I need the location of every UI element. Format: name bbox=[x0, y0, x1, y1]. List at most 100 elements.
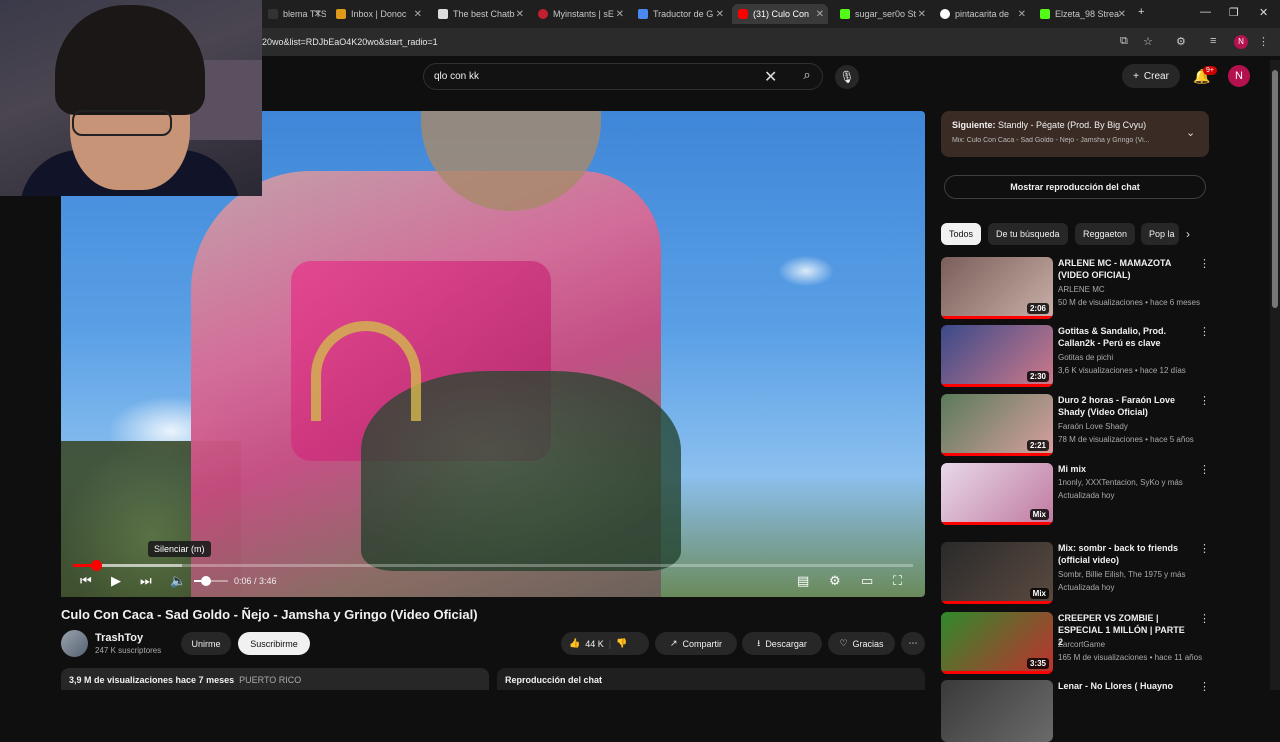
recommendation-thumbnail[interactable]: 3:35 bbox=[941, 612, 1053, 674]
recommendation-item[interactable]: Lenar - No Llores ( Huayno ⋮ bbox=[941, 680, 1261, 742]
create-button[interactable]: + Crear bbox=[1122, 64, 1180, 88]
tab-6[interactable]: sugar_ser0o St ✕ bbox=[834, 4, 930, 24]
settings-gear-icon[interactable]: ⚙ bbox=[829, 573, 841, 589]
recommendation-title[interactable]: Mi mix bbox=[1058, 463, 1188, 475]
browser-profile-avatar[interactable]: N bbox=[1234, 35, 1248, 49]
close-icon[interactable]: ✕ bbox=[1018, 9, 1026, 20]
recommendation-title[interactable]: Duro 2 horas - Faraón Love Shady (Video … bbox=[1058, 394, 1188, 418]
more-options-icon[interactable]: ⋮ bbox=[1199, 394, 1210, 407]
progress-bar[interactable] bbox=[73, 560, 913, 571]
extensions-icon[interactable]: ⚙ bbox=[1176, 35, 1186, 48]
media-icon[interactable]: ≡ bbox=[1210, 35, 1216, 47]
minimize-icon[interactable]: — bbox=[1200, 6, 1211, 18]
recommendation-thumbnail[interactable]: 2:21 bbox=[941, 394, 1053, 456]
recommendation-item[interactable]: Mix Mi mix 1nonly, XXXTentacion, SyKo y má… bbox=[941, 463, 1261, 525]
channel-avatar[interactable] bbox=[61, 630, 88, 657]
close-icon[interactable]: ✕ bbox=[816, 9, 824, 20]
chip-all[interactable]: Todos bbox=[941, 223, 982, 245]
tab-0[interactable]: blema TTS ✕ bbox=[262, 4, 326, 24]
search-icon[interactable]: ⌕ bbox=[792, 67, 822, 86]
close-icon[interactable]: ✕ bbox=[918, 9, 926, 20]
more-options-icon[interactable]: ⋮ bbox=[1199, 325, 1210, 338]
show-chat-replay-button[interactable]: Mostrar reproducción del chat bbox=[944, 175, 1206, 199]
recommendation-title[interactable]: ARLENE MC - MAMAZOTA (VIDEO OFICIAL) bbox=[1058, 257, 1188, 281]
chip-pop[interactable]: Pop la bbox=[1141, 223, 1179, 245]
volume-icon[interactable]: 🔈 bbox=[170, 573, 186, 589]
scrollbar-thumb[interactable] bbox=[1272, 70, 1278, 308]
recommendation-item[interactable]: Mix Mix: sombr - back to friends (officia… bbox=[941, 542, 1261, 604]
more-options-icon[interactable]: ⋮ bbox=[1199, 612, 1210, 625]
recommendation-channel[interactable]: Sombr, Billie Eilish, The 1975 y más bbox=[1058, 570, 1208, 579]
close-icon[interactable]: ✕ bbox=[314, 9, 322, 20]
tab-8[interactable]: Elzeta_98 Strea ✕ bbox=[1034, 4, 1130, 24]
recommendation-title[interactable]: Lenar - No Llores ( Huayno bbox=[1058, 680, 1188, 692]
next-icon[interactable]: ⏭ bbox=[140, 573, 152, 589]
subscribe-button[interactable]: Suscribirme bbox=[238, 632, 310, 655]
play-icon[interactable]: ▶ bbox=[111, 573, 121, 589]
chip-from-search[interactable]: De tu búsqueda bbox=[988, 223, 1068, 245]
search-box[interactable]: qlo con kk ✕ ⌕ bbox=[423, 63, 823, 90]
recommendation-channel[interactable]: Gotitas de pichi bbox=[1058, 353, 1208, 362]
close-icon[interactable]: ✕ bbox=[616, 9, 624, 20]
previous-icon[interactable]: ⏮ bbox=[80, 573, 92, 589]
recommendation-item[interactable]: 3:35 CREEPER VS ZOMBIE | ESPECIAL 1 MILLÓ… bbox=[941, 612, 1261, 674]
more-actions-icon[interactable]: ⋯ bbox=[901, 632, 925, 655]
bookmark-star-icon[interactable]: ☆ bbox=[1143, 35, 1153, 48]
fullscreen-icon[interactable]: ⛶ bbox=[893, 573, 902, 589]
close-icon[interactable]: ✕ bbox=[1118, 9, 1126, 20]
recommendation-channel[interactable]: Faraón Love Shady bbox=[1058, 422, 1208, 431]
new-tab-button[interactable]: + bbox=[1138, 6, 1144, 18]
like-icon[interactable]: 👍 bbox=[569, 638, 580, 649]
recommendation-title[interactable]: Mix: sombr - back to friends (official v… bbox=[1058, 542, 1188, 566]
recommendation-channel[interactable]: ZarcortGame bbox=[1058, 640, 1208, 649]
more-options-icon[interactable]: ⋮ bbox=[1199, 257, 1210, 270]
more-options-icon[interactable]: ⋮ bbox=[1199, 542, 1210, 555]
close-icon[interactable]: ✕ bbox=[716, 9, 724, 20]
theater-mode-icon[interactable]: ▭ bbox=[861, 573, 873, 589]
tab-3[interactable]: Myinstants | sE ✕ bbox=[532, 4, 628, 24]
url-field[interactable]: 20wo&list=RDJbEaO4K20wo&start_radio=1 bbox=[262, 37, 438, 47]
dislike-icon[interactable]: 👎 bbox=[616, 638, 627, 649]
recommendation-thumbnail[interactable]: Mix bbox=[941, 463, 1053, 525]
chevron-right-icon[interactable]: › bbox=[1186, 227, 1190, 241]
tab-5-active[interactable]: (31) Culo Con ✕ bbox=[732, 4, 828, 24]
recommendation-channel[interactable]: ARLENE MC bbox=[1058, 285, 1208, 294]
cast-icon[interactable]: ⧉ bbox=[1120, 35, 1128, 48]
like-count[interactable]: 44 K bbox=[585, 639, 604, 649]
progress-scrubber[interactable] bbox=[90, 560, 102, 571]
chip-reggaeton[interactable]: Reggaeton bbox=[1075, 223, 1136, 245]
subtitles-icon[interactable]: ▤ bbox=[797, 573, 809, 589]
recommendation-thumbnail[interactable]: Mix bbox=[941, 542, 1053, 604]
clear-search-icon[interactable]: ✕ bbox=[764, 67, 777, 87]
recommendation-title[interactable]: Gotitas & Sandalio, Prod. Callan2k - Per… bbox=[1058, 325, 1188, 349]
tab-1[interactable]: Inbox | Donoc ✕ bbox=[330, 4, 426, 24]
volume-slider[interactable] bbox=[194, 576, 228, 586]
channel-name[interactable]: TrashToy bbox=[95, 632, 143, 644]
thanks-button[interactable]: ♡ Gracias bbox=[828, 632, 895, 655]
menu-icon[interactable]: ⋮ bbox=[1258, 35, 1269, 48]
chevron-down-icon[interactable]: ⌄ bbox=[1186, 126, 1195, 139]
recommendation-channel[interactable]: 1nonly, XXXTentacion, SyKo y más bbox=[1058, 478, 1208, 487]
recommendation-thumbnail[interactable]: 2:30 bbox=[941, 325, 1053, 387]
tab-4[interactable]: Traductor de G ✕ bbox=[632, 4, 728, 24]
recommendation-thumbnail[interactable]: 2:06 bbox=[941, 257, 1053, 319]
close-window-icon[interactable]: ✕ bbox=[1259, 6, 1268, 19]
share-button[interactable]: ↗ Compartir bbox=[655, 632, 737, 655]
recommendation-thumbnail[interactable] bbox=[941, 680, 1053, 742]
more-options-icon[interactable]: ⋮ bbox=[1199, 680, 1210, 693]
tab-7[interactable]: pintacarita de ✕ bbox=[934, 4, 1030, 24]
volume-knob[interactable] bbox=[200, 576, 211, 586]
up-next-panel[interactable]: Siguiente: Standly - Pégate (Prod. By Bi… bbox=[941, 111, 1209, 157]
close-icon[interactable]: ✕ bbox=[516, 9, 524, 20]
more-options-icon[interactable]: ⋮ bbox=[1199, 463, 1210, 476]
download-button[interactable]: ⭳ Descargar bbox=[742, 632, 822, 655]
recommendation-item[interactable]: 2:30 Gotitas & Sandalio, Prod. Callan2k -… bbox=[941, 325, 1261, 387]
tab-2[interactable]: The best Chatb ✕ bbox=[432, 4, 528, 24]
recommendation-item[interactable]: 2:21 Duro 2 horas - Faraón Love Shady (Vi… bbox=[941, 394, 1261, 456]
microphone-icon[interactable]: 🎙 bbox=[835, 65, 859, 89]
search-input[interactable]: qlo con kk bbox=[434, 71, 479, 82]
join-button[interactable]: Unirme bbox=[181, 632, 231, 655]
close-icon[interactable]: ✕ bbox=[414, 9, 422, 20]
account-avatar[interactable]: N bbox=[1228, 65, 1250, 87]
restore-icon[interactable]: ❐ bbox=[1229, 6, 1239, 19]
